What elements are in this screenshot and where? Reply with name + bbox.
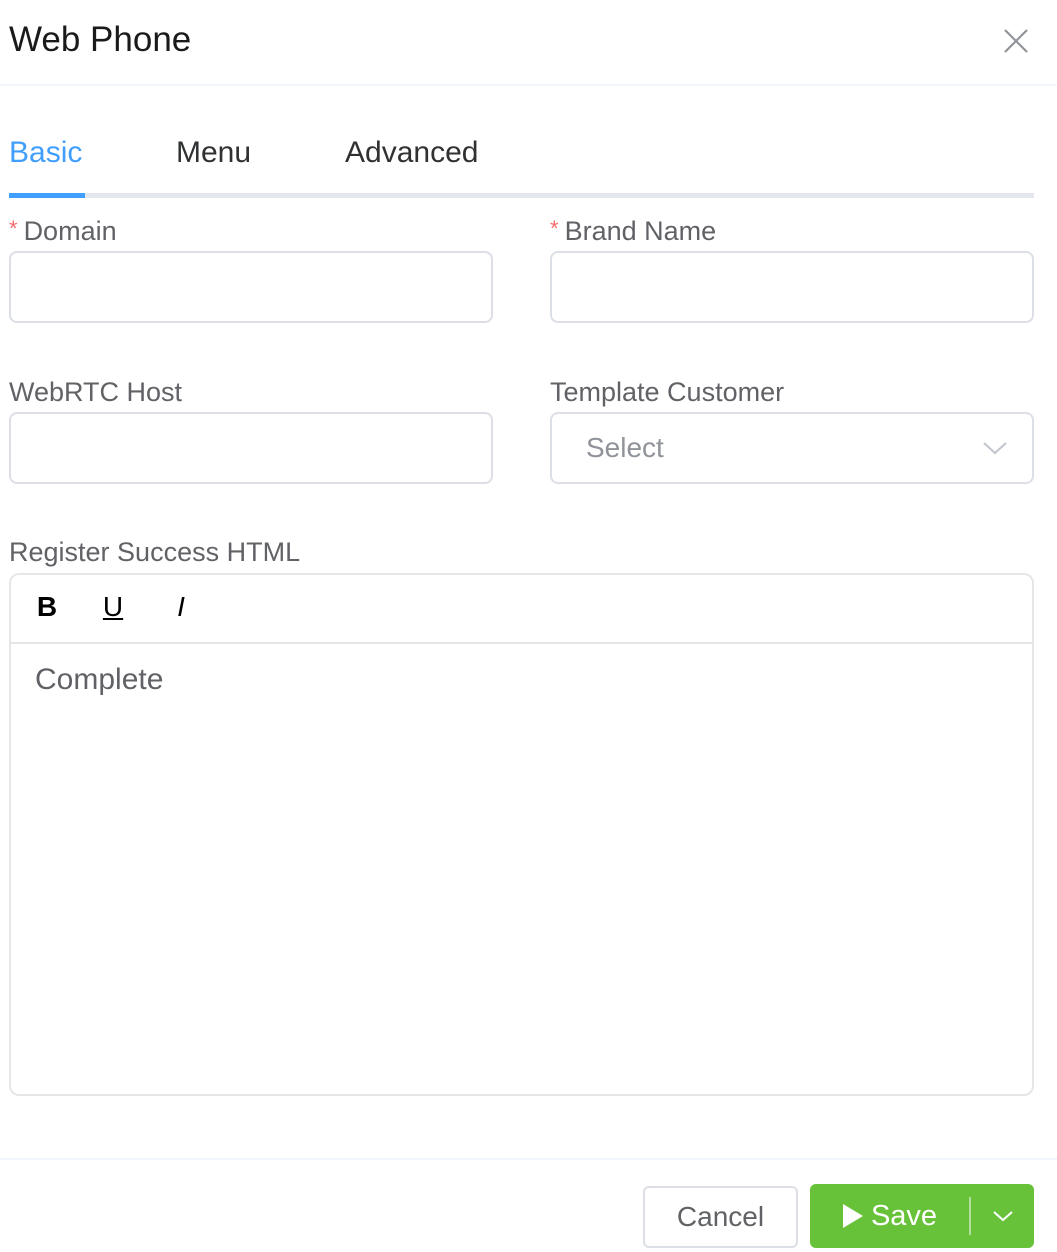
dialog-header: Web Phone (0, 0, 1057, 86)
rich-text-editor: B U I Complete (9, 573, 1034, 1096)
brand-name-label: * Brand Name (550, 216, 716, 247)
close-icon (1004, 29, 1028, 53)
brand-name-label-text: Brand Name (564, 216, 717, 246)
chevron-down-icon (983, 442, 1007, 455)
select-placeholder: Select (586, 432, 664, 463)
cancel-button[interactable]: Cancel (643, 1186, 798, 1248)
tab-advanced[interactable]: Advanced (345, 136, 478, 170)
domain-label: * Domain (9, 216, 117, 247)
bold-button[interactable]: B (27, 591, 67, 623)
webrtc-host-field[interactable] (9, 412, 493, 484)
chevron-down-icon (992, 1211, 1013, 1222)
required-mark: * (550, 216, 559, 241)
underline-button[interactable]: U (93, 591, 133, 623)
required-mark: * (9, 216, 18, 241)
play-icon (842, 1204, 863, 1228)
template-customer-label: Template Customer (550, 377, 785, 407)
save-button[interactable]: Save (810, 1184, 970, 1248)
save-options-dropdown[interactable] (971, 1184, 1034, 1248)
tabs-track (9, 193, 1034, 198)
brand-name-field[interactable] (550, 251, 1034, 323)
italic-button[interactable]: I (161, 591, 201, 623)
tab-menu[interactable]: Menu (176, 136, 251, 170)
footer-divider (0, 1158, 1057, 1160)
tab-bar: Basic Menu Advanced (9, 120, 1034, 199)
register-success-html-label: Register Success HTML (9, 537, 301, 567)
template-customer-select[interactable]: Select (550, 412, 1034, 484)
dialog-title: Web Phone (9, 20, 192, 59)
close-button[interactable] (1000, 25, 1032, 57)
tab-basic[interactable]: Basic (9, 136, 82, 170)
web-phone-dialog: Web Phone Basic Menu Advanced * Domain * B… (0, 0, 1057, 1252)
editor-toolbar: B U I (11, 575, 1032, 644)
domain-field[interactable] (9, 251, 493, 323)
webrtc-host-label: WebRTC Host (9, 377, 183, 407)
brand-name-input[interactable] (552, 253, 1032, 321)
domain-input[interactable] (11, 253, 491, 321)
editor-content[interactable]: Complete (35, 663, 163, 697)
active-tab-indicator (9, 193, 85, 198)
domain-label-text: Domain (23, 216, 117, 246)
save-split-button: Save (810, 1184, 1034, 1248)
webrtc-host-input[interactable] (11, 414, 491, 482)
save-label: Save (870, 1199, 938, 1232)
